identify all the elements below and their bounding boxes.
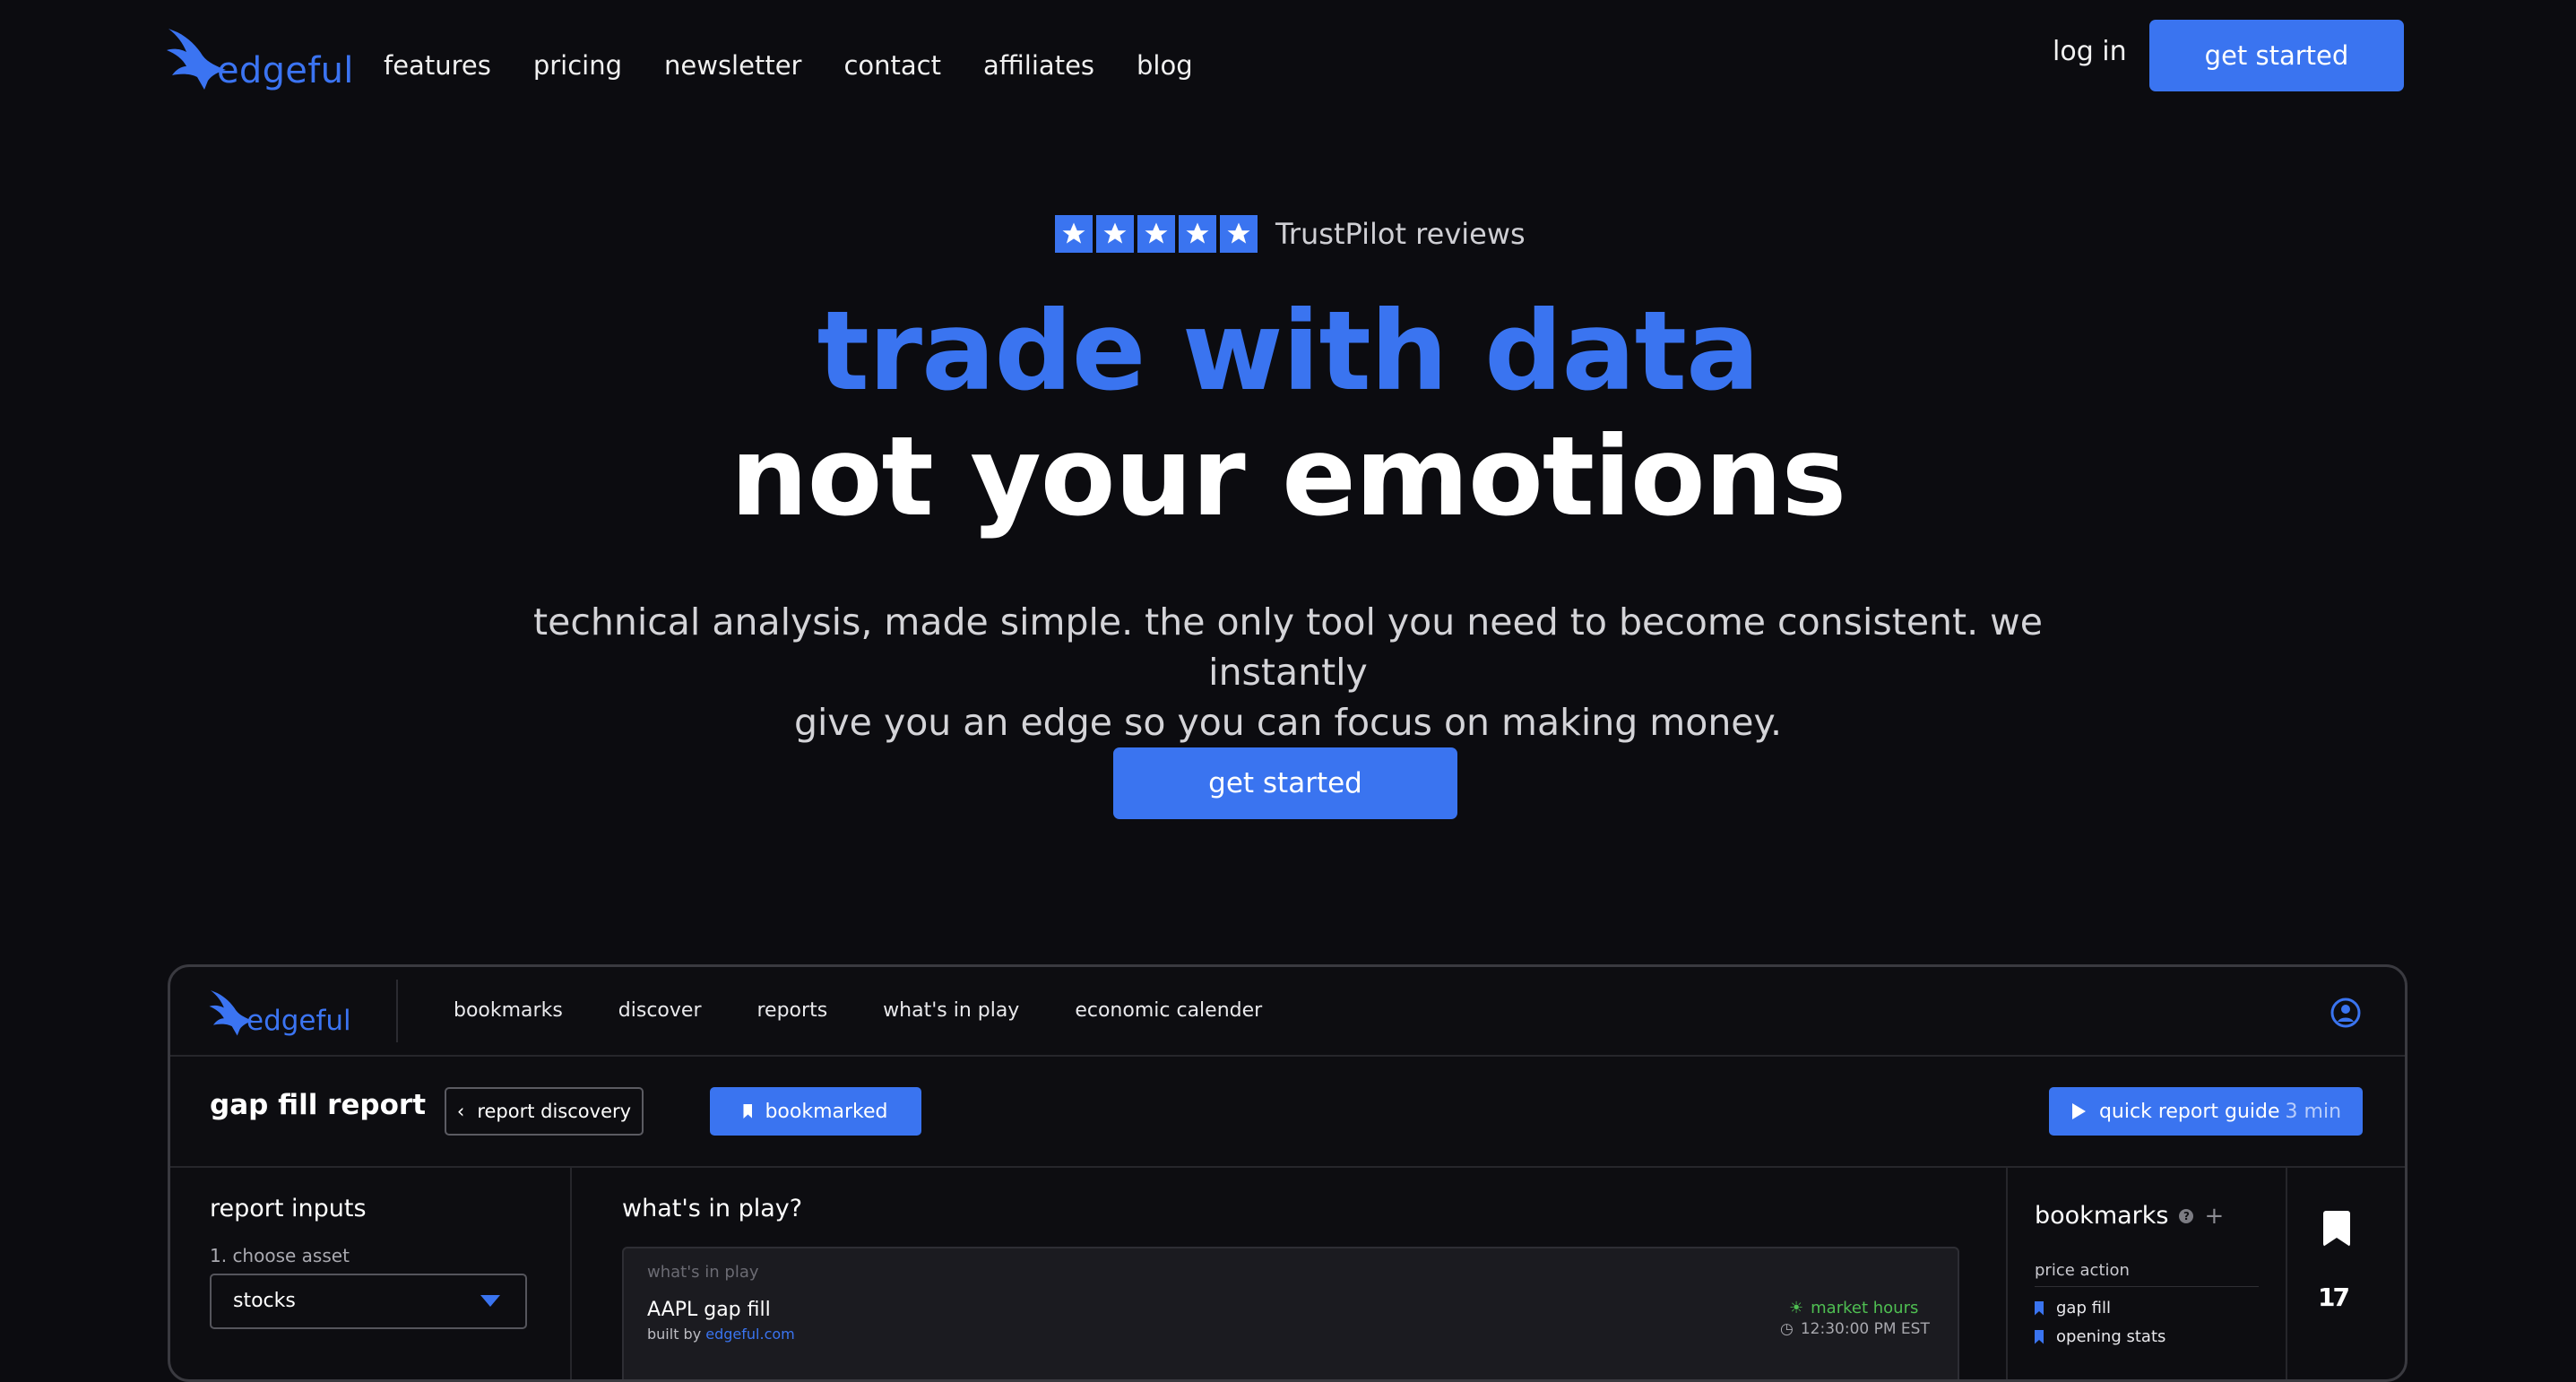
top-navigation: edgeful features pricing newsletter cont… xyxy=(0,0,2576,117)
nav-link-blog[interactable]: blog xyxy=(1137,50,1193,81)
hero-subtitle-line-2: give you an edge so you can focus on mak… xyxy=(794,701,1782,744)
report-title: gap fill report xyxy=(210,1089,427,1121)
sun-icon: ☀ xyxy=(1789,1299,1804,1317)
report-inputs-panel: report inputs 1. choose asset stocks xyxy=(170,1168,572,1379)
nav-link-affiliates[interactable]: affiliates xyxy=(983,50,1094,81)
user-account-icon[interactable] xyxy=(2330,998,2361,1028)
quick-report-guide-duration: 3 min xyxy=(2285,1100,2342,1123)
tradingview-icon[interactable]: 17 xyxy=(2318,1283,2350,1312)
get-started-button-top[interactable]: get started xyxy=(2149,20,2404,91)
hero-headline-accent: trade with data xyxy=(817,288,1760,415)
app-nav-whats-in-play[interactable]: what's in play xyxy=(883,999,1019,1022)
hero-subtitle: technical analysis, made simple. the onl… xyxy=(448,597,2128,747)
play-icon xyxy=(2071,1103,2086,1119)
app-logo[interactable]: edgeful xyxy=(208,980,351,1039)
bookmark-item-opening-stats[interactable]: opening stats xyxy=(2035,1327,2165,1346)
trustpilot-label: TrustPilot reviews xyxy=(1275,217,1526,251)
built-by-link[interactable]: edgeful.com xyxy=(705,1326,794,1343)
bookmark-icon xyxy=(2035,1329,2044,1344)
whats-in-play-title: what's in play? xyxy=(622,1195,803,1222)
report-discovery-button[interactable]: ‹ report discovery xyxy=(445,1087,644,1136)
card-label: what's in play xyxy=(647,1263,759,1282)
star-icon xyxy=(1220,215,1258,253)
quick-report-guide-label: quick report guide xyxy=(2098,1100,2280,1123)
report-inputs-title: report inputs xyxy=(210,1195,367,1222)
star-icon xyxy=(1137,215,1175,253)
logo-wordmark: edgeful xyxy=(217,50,354,91)
whats-in-play-panel: what's in play? what's in play AAPL gap … xyxy=(572,1168,2173,1379)
hero-subtitle-line-1: technical analysis, made simple. the onl… xyxy=(533,600,2043,694)
bookmark-item-gap-fill[interactable]: gap fill xyxy=(2035,1299,2111,1317)
trustpilot-rating[interactable]: TrustPilot reviews xyxy=(1055,215,1526,253)
app-nav-links: bookmarks discover reports what's in pla… xyxy=(454,999,1318,1022)
bookmark-item-label: gap fill xyxy=(2056,1299,2111,1317)
help-icon[interactable]: ? xyxy=(2179,1208,2194,1223)
add-bookmark-icon[interactable]: + xyxy=(2204,1203,2224,1230)
bookmark-item-label: opening stats xyxy=(2056,1327,2166,1346)
nav-link-newsletter[interactable]: newsletter xyxy=(664,50,801,81)
bookmarked-button[interactable]: bookmarked xyxy=(710,1087,921,1136)
bookmarks-header: bookmarks ? + xyxy=(2035,1202,2224,1230)
star-icon xyxy=(1179,215,1216,253)
bookmarks-panel: bookmarks ? + price action gap fill open… xyxy=(2006,1168,2287,1379)
nav-link-pricing[interactable]: pricing xyxy=(533,50,622,81)
asset-select[interactable]: stocks xyxy=(210,1274,527,1329)
star-icon xyxy=(1055,215,1093,253)
card-time-label: 12:30:00 PM EST xyxy=(1800,1320,1930,1338)
caret-down-icon xyxy=(480,1295,500,1307)
login-link[interactable]: log in xyxy=(2053,36,2127,67)
bookmark-icon xyxy=(2035,1300,2044,1316)
bookmark-icon[interactable] xyxy=(2323,1211,2350,1247)
chevron-left-icon: ‹ xyxy=(456,1101,465,1122)
card-title: AAPL gap fill xyxy=(647,1299,771,1321)
report-header-bar: gap fill report ‹ report discovery bookm… xyxy=(170,1057,2405,1168)
app-preview: edgeful bookmarks discover reports what'… xyxy=(168,964,2407,1382)
app-nav-economic-calendar[interactable]: economic calender xyxy=(1075,999,1262,1022)
bookmarks-section-title: price action xyxy=(2035,1261,2130,1280)
app-navbar: edgeful bookmarks discover reports what'… xyxy=(170,967,2405,1057)
get-started-button-hero[interactable]: get started xyxy=(1113,747,1457,819)
asset-select-value: stocks xyxy=(233,1290,296,1312)
side-toolbar: 17 xyxy=(2286,1168,2402,1379)
bookmark-icon xyxy=(743,1104,753,1119)
market-hours-status: ☀ market hours xyxy=(1789,1299,1918,1317)
app-nav-discover[interactable]: discover xyxy=(618,999,702,1022)
star-icon xyxy=(1096,215,1134,253)
card-time: ◷ 12:30:00 PM EST xyxy=(1780,1320,1930,1338)
report-discovery-label: report discovery xyxy=(477,1101,632,1122)
market-hours-label: market hours xyxy=(1811,1299,1919,1317)
main-nav: features pricing newsletter contact affi… xyxy=(384,50,1235,81)
edgeful-logo[interactable]: edgeful xyxy=(165,22,354,93)
nav-link-contact[interactable]: contact xyxy=(843,50,941,81)
divider xyxy=(396,980,398,1042)
clock-icon: ◷ xyxy=(1780,1320,1794,1338)
app-logo-wordmark: edgeful xyxy=(246,1005,351,1037)
hero-headline-main: not your emotions xyxy=(730,413,1846,540)
whats-in-play-card[interactable]: what's in play AAPL gap fill built by ed… xyxy=(622,1247,1959,1379)
bookmarked-label: bookmarked xyxy=(765,1100,888,1123)
app-nav-reports[interactable]: reports xyxy=(757,999,828,1022)
app-nav-bookmarks[interactable]: bookmarks xyxy=(454,999,563,1022)
quick-report-guide-button[interactable]: quick report guide 3 min xyxy=(2049,1087,2363,1136)
nav-link-features[interactable]: features xyxy=(384,50,491,81)
card-built-by: built by edgeful.com xyxy=(647,1326,795,1343)
rating-stars xyxy=(1055,215,1258,253)
divider xyxy=(2035,1286,2259,1287)
choose-asset-label: 1. choose asset xyxy=(210,1245,350,1266)
built-by-prefix: built by xyxy=(647,1326,702,1343)
bookmarks-title: bookmarks xyxy=(2035,1202,2169,1230)
